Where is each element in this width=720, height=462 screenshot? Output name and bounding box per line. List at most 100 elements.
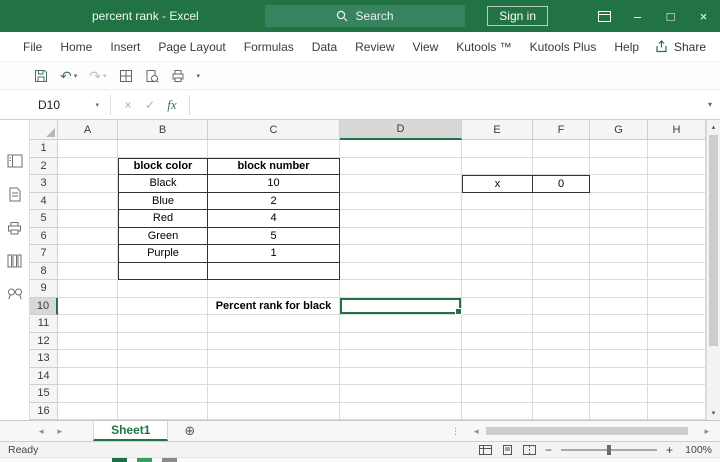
cell-F13[interactable] (533, 350, 590, 368)
cell-B2[interactable]: block color (118, 157, 208, 175)
page-layout-view-button[interactable] (501, 444, 514, 455)
cell-H13[interactable] (648, 350, 706, 368)
cell-B12[interactable] (118, 332, 208, 350)
menu-tab-review[interactable]: Review (346, 32, 403, 61)
row-header-8[interactable]: 8 (30, 262, 58, 280)
row-header-11[interactable]: 11 (30, 315, 58, 333)
sign-in-button[interactable]: Sign in (487, 6, 548, 26)
zoom-slider-thumb[interactable] (606, 444, 611, 455)
cell-H12[interactable] (648, 332, 706, 350)
zoom-in-button[interactable]: + (666, 443, 673, 457)
vertical-scroll-track[interactable] (707, 134, 720, 406)
cell-A6[interactable] (58, 227, 118, 245)
maximize-button[interactable]: □ (654, 0, 687, 32)
menu-tab-view[interactable]: View (404, 32, 448, 61)
cell-G11[interactable] (590, 315, 648, 333)
minimize-button[interactable]: – (621, 0, 654, 32)
cell-C7[interactable]: 1 (208, 245, 340, 263)
cell-D4[interactable] (340, 192, 462, 210)
cell-G15[interactable] (590, 385, 648, 403)
cell-D7[interactable] (340, 245, 462, 263)
row-header-4[interactable]: 4 (30, 192, 58, 210)
quick-print-button[interactable] (167, 67, 189, 85)
cell-D15[interactable] (340, 385, 462, 403)
cell-H10[interactable] (648, 297, 706, 315)
cell-H3[interactable] (648, 175, 706, 193)
menu-tab-page-layout[interactable]: Page Layout (149, 32, 234, 61)
cell-A1[interactable] (58, 140, 118, 158)
cell-C12[interactable] (208, 332, 340, 350)
cell-E13[interactable] (462, 350, 533, 368)
cell-A5[interactable] (58, 210, 118, 228)
cell-B3[interactable]: Black (118, 175, 208, 193)
cell-B16[interactable] (118, 402, 208, 420)
cell-A11[interactable] (58, 315, 118, 333)
cell-D9[interactable] (340, 280, 462, 298)
cell-H7[interactable] (648, 245, 706, 263)
cell-E16[interactable] (462, 402, 533, 420)
cell-C9[interactable] (208, 280, 340, 298)
row-header-13[interactable]: 13 (30, 350, 58, 368)
cell-H1[interactable] (648, 140, 706, 158)
cell-B15[interactable] (118, 385, 208, 403)
cell-D11[interactable] (340, 315, 462, 333)
cell-E7[interactable] (462, 245, 533, 263)
cell-C1[interactable] (208, 140, 340, 158)
cell-A4[interactable] (58, 192, 118, 210)
column-header-H[interactable]: H (648, 120, 706, 140)
zoom-out-button[interactable]: − (545, 443, 552, 457)
cell-G10[interactable] (590, 297, 648, 315)
cell-A12[interactable] (58, 332, 118, 350)
cell-H9[interactable] (648, 280, 706, 298)
cell-E2[interactable] (462, 157, 533, 175)
cell-C13[interactable] (208, 350, 340, 368)
cell-H4[interactable] (648, 192, 706, 210)
formula-bar-input[interactable] (196, 94, 700, 116)
pane-document-icon[interactable] (8, 187, 22, 207)
cell-C15[interactable] (208, 385, 340, 403)
cell-D6[interactable] (340, 227, 462, 245)
cell-F10[interactable] (533, 297, 590, 315)
cell-F7[interactable] (533, 245, 590, 263)
cell-E14[interactable] (462, 367, 533, 385)
cell-G1[interactable] (590, 140, 648, 158)
cell-D2[interactable] (340, 157, 462, 175)
row-header-5[interactable]: 5 (30, 210, 58, 228)
column-header-C[interactable]: C (208, 120, 340, 140)
cell-B14[interactable] (118, 367, 208, 385)
cell-A7[interactable] (58, 245, 118, 263)
cell-F16[interactable] (533, 402, 590, 420)
pane-workbook-icon[interactable] (7, 154, 23, 173)
row-header-10[interactable]: 10 (30, 297, 58, 315)
cell-C14[interactable] (208, 367, 340, 385)
column-header-G[interactable]: G (590, 120, 648, 140)
vertical-scrollbar[interactable]: ▴ ▾ (706, 120, 720, 420)
cell-B8[interactable] (118, 262, 208, 280)
pane-find-icon[interactable] (7, 287, 23, 305)
cell-B5[interactable]: Red (118, 210, 208, 228)
confirm-entry-button[interactable]: ✓ (139, 98, 161, 112)
cell-G13[interactable] (590, 350, 648, 368)
cell-D13[interactable] (340, 350, 462, 368)
cell-A10[interactable] (58, 297, 118, 315)
cell-F11[interactable] (533, 315, 590, 333)
cell-G5[interactable] (590, 210, 648, 228)
cell-F4[interactable] (533, 192, 590, 210)
cell-F8[interactable] (533, 262, 590, 280)
redo-button[interactable]: ↷ ▾ (85, 67, 110, 85)
customize-qat-button[interactable]: ▾ (193, 70, 205, 82)
cell-D12[interactable] (340, 332, 462, 350)
column-header-E[interactable]: E (462, 120, 533, 140)
cell-F2[interactable] (533, 157, 590, 175)
sheet-tab-sheet1[interactable]: Sheet1 (93, 421, 169, 441)
cell-H6[interactable] (648, 227, 706, 245)
cell-F3[interactable]: 0 (533, 175, 590, 193)
normal-view-button[interactable] (478, 444, 492, 455)
cell-D14[interactable] (340, 367, 462, 385)
column-header-D[interactable]: D (340, 120, 462, 140)
borders-button[interactable] (115, 67, 137, 85)
cell-E10[interactable] (462, 297, 533, 315)
cell-D5[interactable] (340, 210, 462, 228)
cell-H11[interactable] (648, 315, 706, 333)
cell-G12[interactable] (590, 332, 648, 350)
